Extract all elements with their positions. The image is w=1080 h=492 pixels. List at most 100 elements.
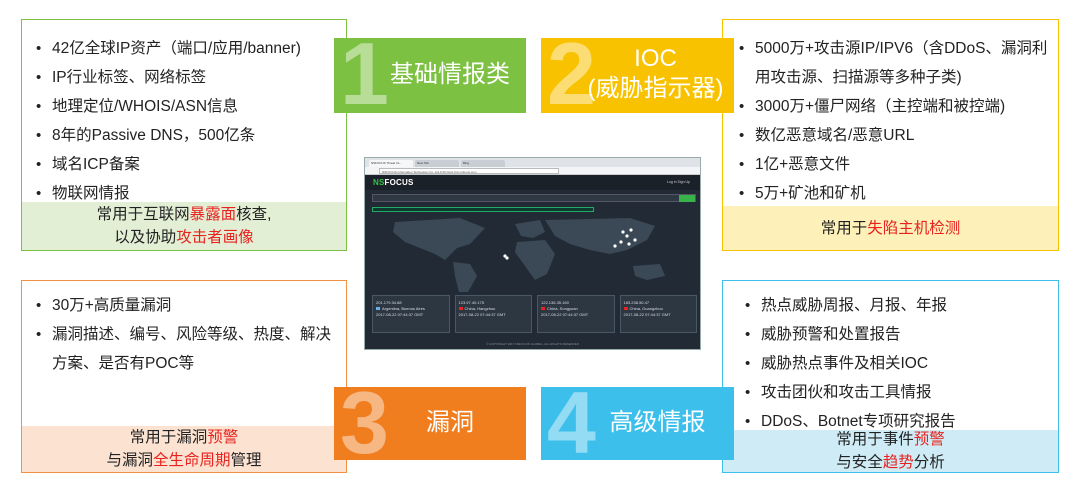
logo-part: NS xyxy=(373,178,385,187)
section-title: IOC (威胁指示器) xyxy=(577,44,734,104)
vulnerability-list: 30万+高质量漏洞 漏洞描述、编号、风险等级、热度、解决方案、是否有POC等 xyxy=(34,291,344,378)
summary-line: 常用于事件预警 xyxy=(723,428,1058,451)
list-item: 热点威胁周报、月报、年报 xyxy=(743,291,956,320)
list-item: 域名ICP备案 xyxy=(34,150,301,179)
threat-portal-screenshot: NSFOCUS Threat Int... New Tab Bing NSFOC… xyxy=(364,157,701,350)
section-title: 漏洞 xyxy=(426,409,474,436)
summary-text: 常用于 xyxy=(820,219,868,237)
label-advanced-intel: 4 高级情报 xyxy=(541,379,734,467)
location-text: China, Guangzhou xyxy=(629,306,663,311)
title-line: IOC xyxy=(634,45,677,72)
flag-icon xyxy=(623,307,628,310)
summary-text: 与漏洞 xyxy=(106,452,153,469)
location-text: China, Hangzhou xyxy=(464,306,496,311)
summary-text: 核查, xyxy=(236,206,272,223)
world-map xyxy=(393,218,665,292)
hotspot-dot xyxy=(625,234,629,238)
nav-links: Log in Sign Up xyxy=(667,180,690,184)
highlight-text: 预警 xyxy=(207,429,239,446)
highlight-text: 趋势 xyxy=(882,454,914,471)
summary-text: 常用于互联网 xyxy=(96,206,190,223)
highlight-text: 暴露面 xyxy=(189,206,237,223)
list-item: 30万+高质量漏洞 xyxy=(34,291,344,320)
summary-text: 以及协助 xyxy=(114,229,177,246)
hotspot-dot xyxy=(629,228,633,232)
list-item: 3000万+僵尸网络（主控端和被控端) xyxy=(737,92,1055,121)
list-item: 威胁预警和处置报告 xyxy=(743,320,956,349)
ip-time: 2017-08-22 07:44:37 GMT xyxy=(458,312,506,317)
summary-text: 与安全 xyxy=(836,454,883,471)
summary-line: 以及协助攻击者画像 xyxy=(22,226,346,249)
portal-nav: NSFOCUS Log in Sign Up xyxy=(365,175,700,190)
browser-tab: NSFOCUS Threat Int... xyxy=(369,160,413,167)
highlight-text: 攻击者画像 xyxy=(176,229,254,246)
ioc-list: 5000万+攻击源IP/IPV6（含DDoS、漏洞利用攻击源、扫描源等多种子类)… xyxy=(737,34,1055,208)
summary-line: 与漏洞全生命周期管理 xyxy=(22,449,346,472)
ip-card: 183.238.50.47 China, Guangzhou 2017-08-22 … xyxy=(619,295,697,333)
list-item: IP行业标签、网络标签 xyxy=(34,63,301,92)
summary-text: 常用于漏洞 xyxy=(129,429,208,446)
list-item: 5万+矿池和矿机 xyxy=(737,179,1055,208)
location-text: Argentina, Buenos Aires xyxy=(382,306,425,311)
ioc-card: 5000万+攻击源IP/IPV6（含DDoS、漏洞利用攻击源、扫描源等多种子类)… xyxy=(722,19,1059,251)
url-text: NSFOCUS Information Technology Co.,Ltd.[… xyxy=(379,168,559,174)
basic-intel-card: 42亿全球IP资产（端口/应用/banner) IP行业标签、网络标签 地理定位… xyxy=(21,19,347,251)
summary-line: 常用于互联网暴露面核查, xyxy=(22,203,346,226)
list-item: 42亿全球IP资产（端口/应用/banner) xyxy=(34,34,301,63)
nsfocus-logo: NSFOCUS xyxy=(373,178,414,187)
list-item: 8年的Passive DNS，500亿条 xyxy=(34,121,301,150)
highlight-text: 预警 xyxy=(913,431,945,448)
list-item: 5000万+攻击源IP/IPV6（含DDoS、漏洞利用攻击源、扫描源等多种子类) xyxy=(737,34,1055,92)
browser-tabs: NSFOCUS Threat Int... New Tab Bing xyxy=(365,158,700,167)
list-item: 攻击团伙和攻击工具情报 xyxy=(743,378,956,407)
browser-tab: Bing xyxy=(461,160,505,167)
ticker-bar xyxy=(372,207,594,212)
hotspot-dot xyxy=(619,240,623,244)
hotspot-dot xyxy=(633,238,637,242)
summary-text: 管理 xyxy=(230,452,262,469)
flag-icon xyxy=(541,307,545,310)
ip-time: 2017-08-22 07:44:37 GMT xyxy=(376,312,424,317)
logo-part: FOCUS xyxy=(384,178,414,187)
highlight-text: 失陷主机检测 xyxy=(867,219,961,237)
summary-text: 分析 xyxy=(913,454,945,471)
hotspot-dot xyxy=(627,242,631,246)
address-bar: NSFOCUS Information Technology Co.,Ltd.[… xyxy=(365,167,700,175)
hotspot-dot xyxy=(613,244,617,248)
vulnerability-card: 30万+高质量漏洞 漏洞描述、编号、风险等级、热度、解决方案、是否有POC等 常… xyxy=(21,280,347,473)
section-title: 高级情报 xyxy=(609,409,706,436)
highlight-text: 全生命周期 xyxy=(152,452,231,469)
advanced-intel-card: 热点威胁周报、月报、年报 威胁预警和处置报告 威胁热点事件及相关IOC 攻击团伙… xyxy=(722,280,1059,473)
advanced-intel-list: 热点威胁周报、月报、年报 威胁预警和处置报告 威胁热点事件及相关IOC 攻击团伙… xyxy=(743,291,956,436)
summary-text: 常用于事件 xyxy=(836,431,914,448)
basic-intel-list: 42亿全球IP资产（端口/应用/banner) IP行业标签、网络标签 地理定位… xyxy=(34,34,301,208)
hotspot-dot xyxy=(621,230,625,234)
summary-line: 与安全趋势分析 xyxy=(723,451,1058,474)
summary-line: 常用于漏洞预警 xyxy=(22,426,346,449)
ip-time: 2017-08-22 07:44:37 GMT xyxy=(541,312,589,317)
hotspot-dot xyxy=(505,256,509,260)
list-item: 漏洞描述、编号、风险等级、热度、解决方案、是否有POC等 xyxy=(34,320,344,378)
portal-footer: © COPYRIGHT 2017 NSFOCUS GLOBAL, ALL RIG… xyxy=(486,342,579,346)
summary-line: 常用于失陷主机检测 xyxy=(723,217,1058,240)
basic-intel-summary: 常用于互联网暴露面核查, 以及协助攻击者画像 xyxy=(22,202,346,250)
browser-tab: New Tab xyxy=(415,160,459,167)
location-text: China, Songyuan xyxy=(547,306,578,311)
label-ioc: 2 IOC (威胁指示器) xyxy=(541,30,734,118)
advanced-intel-summary: 常用于事件预警 与安全趋势分析 xyxy=(723,430,1058,472)
portal-search xyxy=(372,194,696,202)
ip-cards: 201.179.34.88 Argentina, Buenos Aires 2017… xyxy=(372,295,697,333)
ip-card: 201.179.34.88 Argentina, Buenos Aires 2017… xyxy=(372,295,450,333)
ip-card: 122.136.35.160 China, Songyuan 2017-08-22 … xyxy=(537,295,615,333)
flag-icon xyxy=(458,307,463,310)
list-item: 地理定位/WHOIS/ASN信息 xyxy=(34,92,301,121)
list-item: 数亿恶意域名/恶意URL xyxy=(737,121,1055,150)
ioc-summary: 常用于失陷主机检测 xyxy=(723,206,1058,250)
label-vulnerability: 3 漏洞 xyxy=(334,379,526,467)
list-item: 威胁热点事件及相关IOC xyxy=(743,349,956,378)
search-icon xyxy=(679,195,695,202)
title-line: (威胁指示器) xyxy=(587,75,724,102)
ip-card: 123.97.40.175 China, Hangzhou 2017-08-22 0… xyxy=(454,295,532,333)
list-item: 1亿+恶意文件 xyxy=(737,150,1055,179)
label-basic-intel: 1 基础情报类 xyxy=(334,30,526,118)
